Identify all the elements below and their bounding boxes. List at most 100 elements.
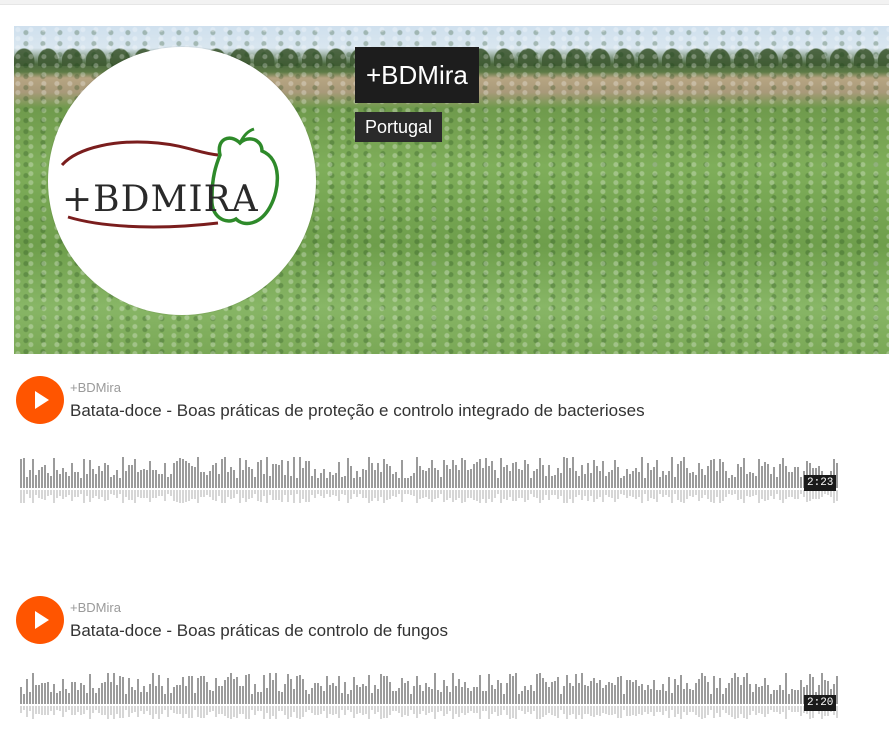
waveform-bar: [275, 673, 277, 704]
waveform-reflection-bar: [761, 490, 763, 499]
waveform-reflection-bar: [596, 706, 598, 715]
waveform-bar: [401, 460, 403, 488]
profile-username[interactable]: +BDMira: [355, 47, 479, 103]
waveform-reflection-bar: [590, 490, 592, 496]
waveform-bar: [563, 686, 565, 704]
waveform-reflection-bar: [479, 490, 481, 503]
waveform-reflection-bar: [248, 706, 250, 719]
waveform-reflection-bar: [89, 490, 91, 502]
waveform-reflection-bar: [242, 706, 244, 714]
waveform-bar: [308, 694, 310, 704]
waveform-bar: [785, 673, 787, 704]
waveform-bar: [71, 682, 73, 704]
track-artist[interactable]: +BDMira: [70, 380, 121, 395]
waveform-reflection-bar: [623, 490, 625, 495]
waveform-reflection-bar: [284, 706, 286, 715]
waveform-bar: [368, 675, 370, 704]
waveform-bar: [581, 673, 583, 704]
waveform-bar: [722, 694, 724, 704]
waveform-bar: [158, 474, 160, 488]
waveform-reflection-bar: [767, 706, 769, 714]
waveform-reflection-bar: [191, 706, 193, 718]
track-title[interactable]: Batata-doce - Boas práticas de controlo …: [70, 621, 448, 641]
waveform-bar: [713, 676, 715, 704]
track-waveform[interactable]: [20, 448, 838, 508]
waveform-bar: [158, 675, 160, 704]
waveform-bar: [704, 475, 706, 488]
waveform-bar: [632, 682, 634, 704]
track-waveform[interactable]: [20, 664, 838, 724]
waveform-bar: [380, 472, 382, 488]
waveform-reflection-bar: [161, 706, 163, 714]
waveform-bar: [56, 470, 58, 488]
waveform-bar: [224, 457, 226, 488]
track-artist[interactable]: +BDMira: [70, 600, 121, 615]
waveform-reflection-bar: [146, 490, 148, 498]
track-duration: 2:20: [804, 695, 837, 711]
waveform-bar: [440, 692, 442, 704]
waveform-reflection-bar: [671, 706, 673, 710]
waveform-bar: [41, 467, 43, 488]
waveform-bar: [773, 690, 775, 704]
waveform-reflection-bar: [317, 490, 319, 494]
waveform-bar: [446, 465, 448, 488]
waveform-reflection-bar: [629, 490, 631, 496]
waveform-bar: [326, 676, 328, 704]
waveform-reflection-bar: [428, 706, 430, 713]
waveform-reflection-bar: [71, 706, 73, 715]
waveform-reflection-bar: [566, 490, 568, 503]
play-button[interactable]: [16, 596, 64, 644]
waveform-reflection-bar: [32, 490, 34, 503]
waveform-reflection-bar: [260, 490, 262, 502]
waveform-reflection-bar: [263, 706, 265, 719]
waveform-bar: [410, 476, 412, 488]
waveform-reflection-bar: [665, 490, 667, 495]
waveform-reflection-bar: [572, 490, 574, 503]
waveform-reflection-bar: [557, 490, 559, 499]
waveform-bar: [164, 694, 166, 704]
waveform-reflection-bar: [134, 490, 136, 503]
waveform-bar: [725, 688, 727, 704]
waveform-reflection-bar: [536, 706, 538, 719]
waveform-reflection-bar: [461, 706, 463, 713]
play-button[interactable]: [16, 376, 64, 424]
waveform-bar: [335, 686, 337, 704]
waveform-reflection-bar: [713, 490, 715, 503]
waveform-reflection-bar: [509, 490, 511, 497]
waveform-bar: [62, 468, 64, 488]
waveform-reflection-bar: [323, 490, 325, 498]
waveform-reflection-bar: [818, 490, 820, 499]
profile-avatar[interactable]: +BDMIRA: [48, 47, 316, 315]
waveform-reflection-bar: [137, 490, 139, 497]
waveform-bar: [614, 685, 616, 704]
waveform-reflection-bar: [269, 490, 271, 495]
waveform-reflection-bar: [446, 706, 448, 714]
waveform-reflection-bar: [44, 490, 46, 500]
waveform-reflection-bar: [563, 490, 565, 503]
waveform-reflection-bar: [725, 490, 727, 497]
waveform-bar: [665, 691, 667, 704]
waveform-bar: [677, 464, 679, 488]
waveform-reflection-bar: [524, 706, 526, 714]
waveform-reflection-bar: [371, 490, 373, 501]
waveform-reflection-bar: [557, 706, 559, 718]
waveform-reflection-bar: [251, 706, 253, 710]
waveform-reflection-bar: [365, 706, 367, 714]
waveform-bar: [434, 468, 436, 488]
waveform-reflection-bar: [620, 706, 622, 718]
waveform-reflection-bar: [50, 706, 52, 711]
waveform-reflection-bar: [494, 490, 496, 498]
waveform-reflection-bar: [368, 490, 370, 503]
waveform-bar: [638, 472, 640, 488]
waveform-reflection-bar: [437, 490, 439, 498]
waveform-bar: [191, 676, 193, 704]
waveform-bar: [257, 462, 259, 488]
track-title[interactable]: Batata-doce - Boas práticas de proteção …: [70, 401, 645, 421]
waveform-reflection-bar: [518, 490, 520, 498]
waveform-bar: [224, 680, 226, 704]
waveform-bar: [143, 469, 145, 488]
waveform-bar: [782, 690, 784, 704]
waveform-reflection-bar: [530, 490, 532, 494]
waveform-bar: [560, 694, 562, 704]
waveform-bar: [134, 690, 136, 704]
